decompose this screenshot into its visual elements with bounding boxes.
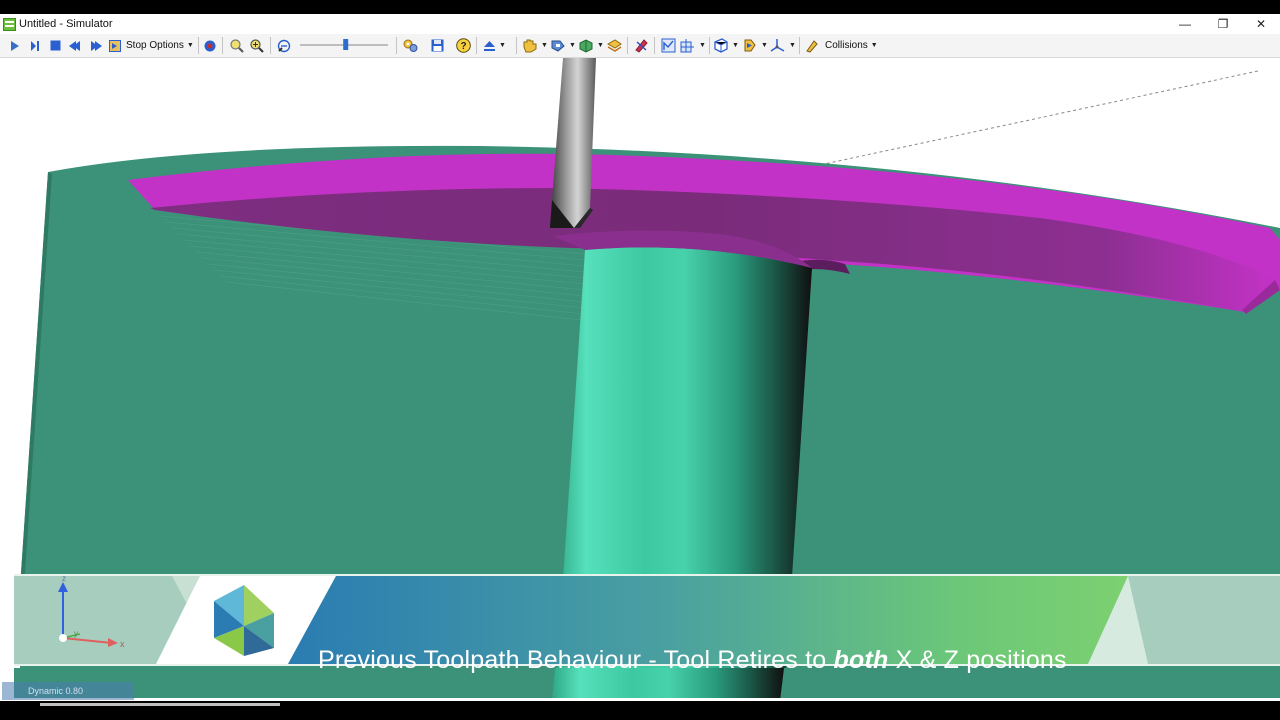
zoom-button[interactable] (229, 37, 245, 54)
x-axis-label: x (120, 639, 125, 649)
palette-icon (634, 39, 648, 53)
simulator-toolbar: Stop Options ▼ ? ▼ ▼ ▼ ▼ ▼ ▼ ▼ ▼ Collisi… (0, 34, 1280, 58)
camera-dropdown[interactable]: ▼ (742, 37, 770, 54)
restore-button[interactable]: ❐ (1204, 14, 1242, 34)
stop-options-dropdown[interactable]: Stop Options ▼ (126, 37, 194, 54)
stock-icon (579, 39, 593, 53)
toolbar-separator (198, 37, 199, 54)
zoom-fit-icon (277, 39, 291, 52)
gears-icon (403, 39, 417, 52)
chevron-down-icon: ▼ (186, 42, 194, 49)
chevron-down-icon: ▼ (499, 42, 506, 49)
toolbar-separator (627, 37, 628, 54)
screen-bottom-bar (0, 701, 1280, 720)
measure-button[interactable] (660, 37, 676, 54)
app-icon (3, 17, 16, 31)
play-button[interactable] (8, 37, 22, 54)
stop-button[interactable] (48, 37, 62, 54)
toolbar-separator (516, 37, 517, 54)
chevron-down-icon: ▼ (569, 42, 576, 49)
chevron-down-icon: ▼ (541, 42, 548, 49)
simulation-scene: z y x (0, 58, 1280, 701)
stock-dropdown[interactable]: ▼ (578, 37, 604, 54)
close-button[interactable]: ✕ (1242, 14, 1280, 34)
tool-arrow-icon (744, 39, 756, 52)
stop-icon (50, 40, 60, 51)
section-dropdown[interactable]: ▼ (680, 37, 708, 54)
measure-icon (661, 38, 675, 53)
eject-dropdown[interactable]: ▼ (483, 37, 511, 54)
rewind-icon (69, 40, 80, 51)
cut-tool-dropdown[interactable]: ▼ (550, 37, 576, 54)
bottom-progress-strip (40, 703, 280, 706)
fast-forward-button[interactable] (89, 37, 103, 54)
minimize-button[interactable]: — (1166, 14, 1204, 34)
record-button[interactable] (203, 37, 217, 54)
collisions-label: Collisions (825, 40, 868, 51)
hand-icon (523, 39, 537, 53)
layers-icon (606, 39, 622, 52)
y-axis-label: y (74, 629, 78, 638)
chevron-down-icon: ▼ (761, 42, 768, 49)
toolbar-separator (396, 37, 397, 54)
banner-title-suffix: X & Z positions (888, 646, 1067, 674)
play-icon (11, 40, 19, 51)
speed-slider-track (300, 39, 388, 50)
rewind-button[interactable] (68, 37, 82, 54)
view-dropdown[interactable]: ▼ (522, 37, 548, 54)
to-end-button[interactable] (108, 37, 122, 54)
window-controls: — ❐ ✕ (1166, 14, 1280, 34)
zoom-fit-button[interactable] (276, 37, 292, 54)
views-dropdown[interactable]: ▼ (713, 37, 741, 54)
toolbar-separator (799, 37, 800, 54)
chevron-down-icon: ▼ (870, 42, 878, 49)
banner-title-text: Previous Toolpath Behaviour - Tool Retir… (318, 646, 834, 674)
settings-button[interactable] (402, 37, 418, 54)
z-axis-label: z (62, 574, 66, 583)
window-title: Untitled - Simulator (19, 18, 113, 30)
banner-title: Previous Toolpath Behaviour - Tool Retir… (318, 646, 1067, 675)
axes-icon (770, 39, 785, 52)
display-dropdown[interactable]: ▼ (770, 37, 798, 54)
palette-button[interactable] (633, 37, 649, 54)
collision-icon (806, 39, 818, 53)
floppy-disk-icon (431, 39, 443, 52)
speed-slider[interactable] (298, 37, 392, 54)
stop-options-label: Stop Options (126, 40, 184, 51)
help-icon: ? (455, 38, 471, 53)
simulation-viewport[interactable]: z y x Previous Toolpath Behaviour - Tool… (0, 58, 1280, 701)
section-icon (680, 39, 694, 53)
help-button[interactable]: ? (455, 37, 471, 54)
toolbar-separator (654, 37, 655, 54)
toolbar-separator (222, 37, 223, 54)
views-icon (714, 38, 728, 53)
chevron-down-icon: ▼ (699, 42, 706, 49)
record-icon (204, 40, 216, 51)
fast-forward-icon (91, 40, 102, 51)
save-button[interactable] (429, 37, 445, 54)
chevron-down-icon: ▼ (789, 42, 796, 49)
svg-text:?: ? (460, 41, 466, 52)
screen-top-bar (0, 0, 1280, 14)
zoom-area-button[interactable] (249, 37, 265, 54)
toolbar-separator (476, 37, 477, 54)
simulator-window: Untitled - Simulator — ❐ ✕ Stop Options … (0, 14, 1280, 701)
cut-tool-icon (551, 40, 565, 52)
chevron-down-icon: ▼ (732, 42, 739, 49)
toolbar-separator (270, 37, 271, 54)
layers-button[interactable] (606, 37, 622, 54)
title-bar: Untitled - Simulator — ❐ ✕ (0, 14, 1280, 34)
status-text: Dynamic 0.80 (28, 686, 84, 696)
to-end-icon (109, 39, 121, 52)
step-icon (31, 40, 39, 51)
collisions-dropdown[interactable]: Collisions ▼ (805, 37, 885, 54)
step-button[interactable] (28, 37, 42, 54)
chevron-down-icon: ▼ (597, 42, 604, 49)
eject-icon (484, 40, 495, 51)
magnifier-icon (230, 38, 244, 53)
banner-title-emphasis: both (833, 646, 889, 674)
zoom-area-icon (250, 38, 264, 53)
toolbar-separator (709, 37, 710, 54)
